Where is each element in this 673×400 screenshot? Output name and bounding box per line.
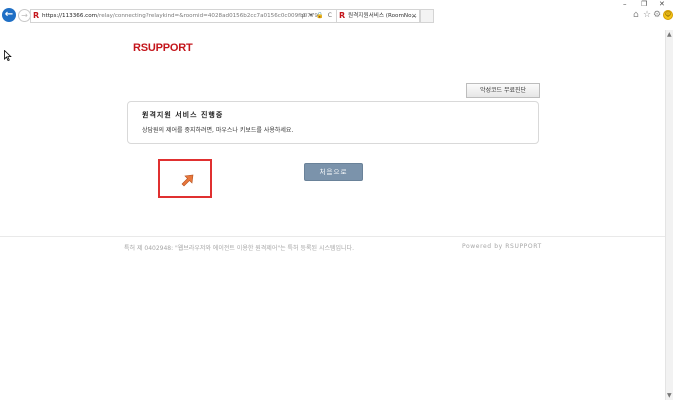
mouse-pointer-icon [4, 50, 12, 61]
scroll-down-icon[interactable]: ▼ [667, 392, 672, 399]
panel-heading: 원격지원 서비스 진행중 [142, 111, 224, 119]
new-tab-button[interactable] [420, 9, 434, 23]
maximize-button[interactable]: ❐ [641, 0, 647, 8]
close-window-button[interactable]: ✕ [659, 0, 665, 8]
tab-close-icon[interactable]: × [411, 10, 417, 22]
status-panel: 원격지원 서비스 진행중 상담원의 제어를 중지하려면, 마우스나 키보드를 사… [127, 101, 539, 144]
rsupport-logo: RSUPPORT [133, 42, 193, 56]
tab-remote-support[interactable]: R 원격지원서비스 (RoomNo... × [336, 9, 420, 23]
tab-title: 원격지원서비스 (RoomNo... [348, 13, 417, 19]
favorites-star-icon[interactable]: ☆ [643, 10, 651, 20]
site-favicon-icon: R [33, 11, 40, 20]
settings-gear-icon[interactable]: ⚙ [653, 10, 661, 20]
logo-text: RSUPPORT [133, 42, 193, 54]
address-path: /relay/connecting?relaykind=&roomid=4028… [97, 13, 318, 19]
tab-favicon-icon: R [339, 11, 346, 20]
malware-diagnosis-button[interactable]: 악성코드 무료진단 [466, 83, 540, 98]
panel-message: 상담원의 제어를 중지하려면, 마우스나 키보드를 사용하세요. [142, 127, 294, 134]
powered-by: Powered by RSUPPORT [462, 243, 542, 250]
patent-notice: 특허 제 0402948: "웹브라우저와 에이전트 이용한 원격제어"는 특허… [124, 245, 354, 252]
footer-divider [0, 236, 665, 237]
remote-arrow-icon [181, 174, 194, 187]
feedback-smiley-icon[interactable]: ☺ [663, 10, 673, 20]
back-button[interactable]: ← [2, 8, 16, 22]
minimize-button[interactable]: – [623, 0, 627, 8]
vertical-scrollbar[interactable]: ▲ ▼ [665, 30, 673, 400]
browser-toolbar: ← → R https://113366.com/relay/connectin… [0, 0, 673, 30]
home-icon[interactable]: ⌂ [633, 10, 639, 20]
address-actions[interactable]: ρ ▾ 🔒 C [302, 10, 333, 22]
go-home-button[interactable]: 처음으로 [304, 163, 363, 181]
scroll-up-icon[interactable]: ▲ [667, 31, 672, 38]
address-domain: https://113366.com [42, 13, 98, 19]
address-url: https://113366.com/relay/connecting?rela… [42, 10, 318, 22]
address-bar[interactable]: R https://113366.com/relay/connecting?re… [30, 9, 337, 23]
